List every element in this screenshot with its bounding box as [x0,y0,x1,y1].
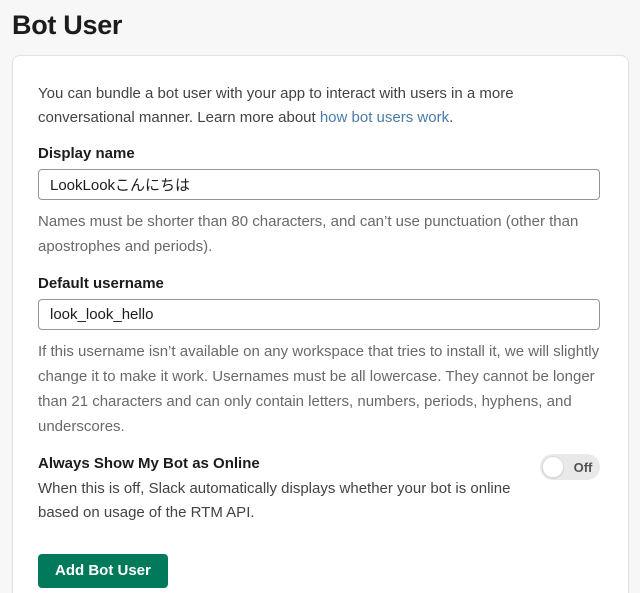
how-bot-users-work-link[interactable]: how bot users work [320,109,449,126]
intro-text-after: . [449,109,454,126]
default-username-help: If this username isn’t available on any … [38,343,600,435]
default-username-input[interactable] [38,299,600,330]
toggle-knob-icon [542,456,564,478]
always-online-description: When this is off, Slack automatically di… [38,480,511,521]
add-bot-user-button[interactable]: Add Bot User [38,554,168,588]
display-name-group: Display name Names must be shorter than … [38,145,600,259]
always-online-row: Always Show My Bot as Online When this i… [38,453,600,525]
intro-paragraph: You can bundle a bot user with your app … [38,82,600,130]
display-name-label: Display name [38,145,135,162]
always-online-texts: Always Show My Bot as Online When this i… [38,453,516,525]
default-username-group: Default username If this username isn’t … [38,275,600,439]
bot-user-card: You can bundle a bot user with your app … [12,55,629,593]
always-online-toggle[interactable]: Off [540,454,600,480]
page-title: Bot User [12,10,123,40]
toggle-state-label: Off [573,459,593,475]
display-name-help: Names must be shorter than 80 characters… [38,213,579,255]
default-username-label: Default username [38,275,164,292]
always-online-label: Always Show My Bot as Online [38,455,260,472]
display-name-input[interactable] [38,169,600,200]
